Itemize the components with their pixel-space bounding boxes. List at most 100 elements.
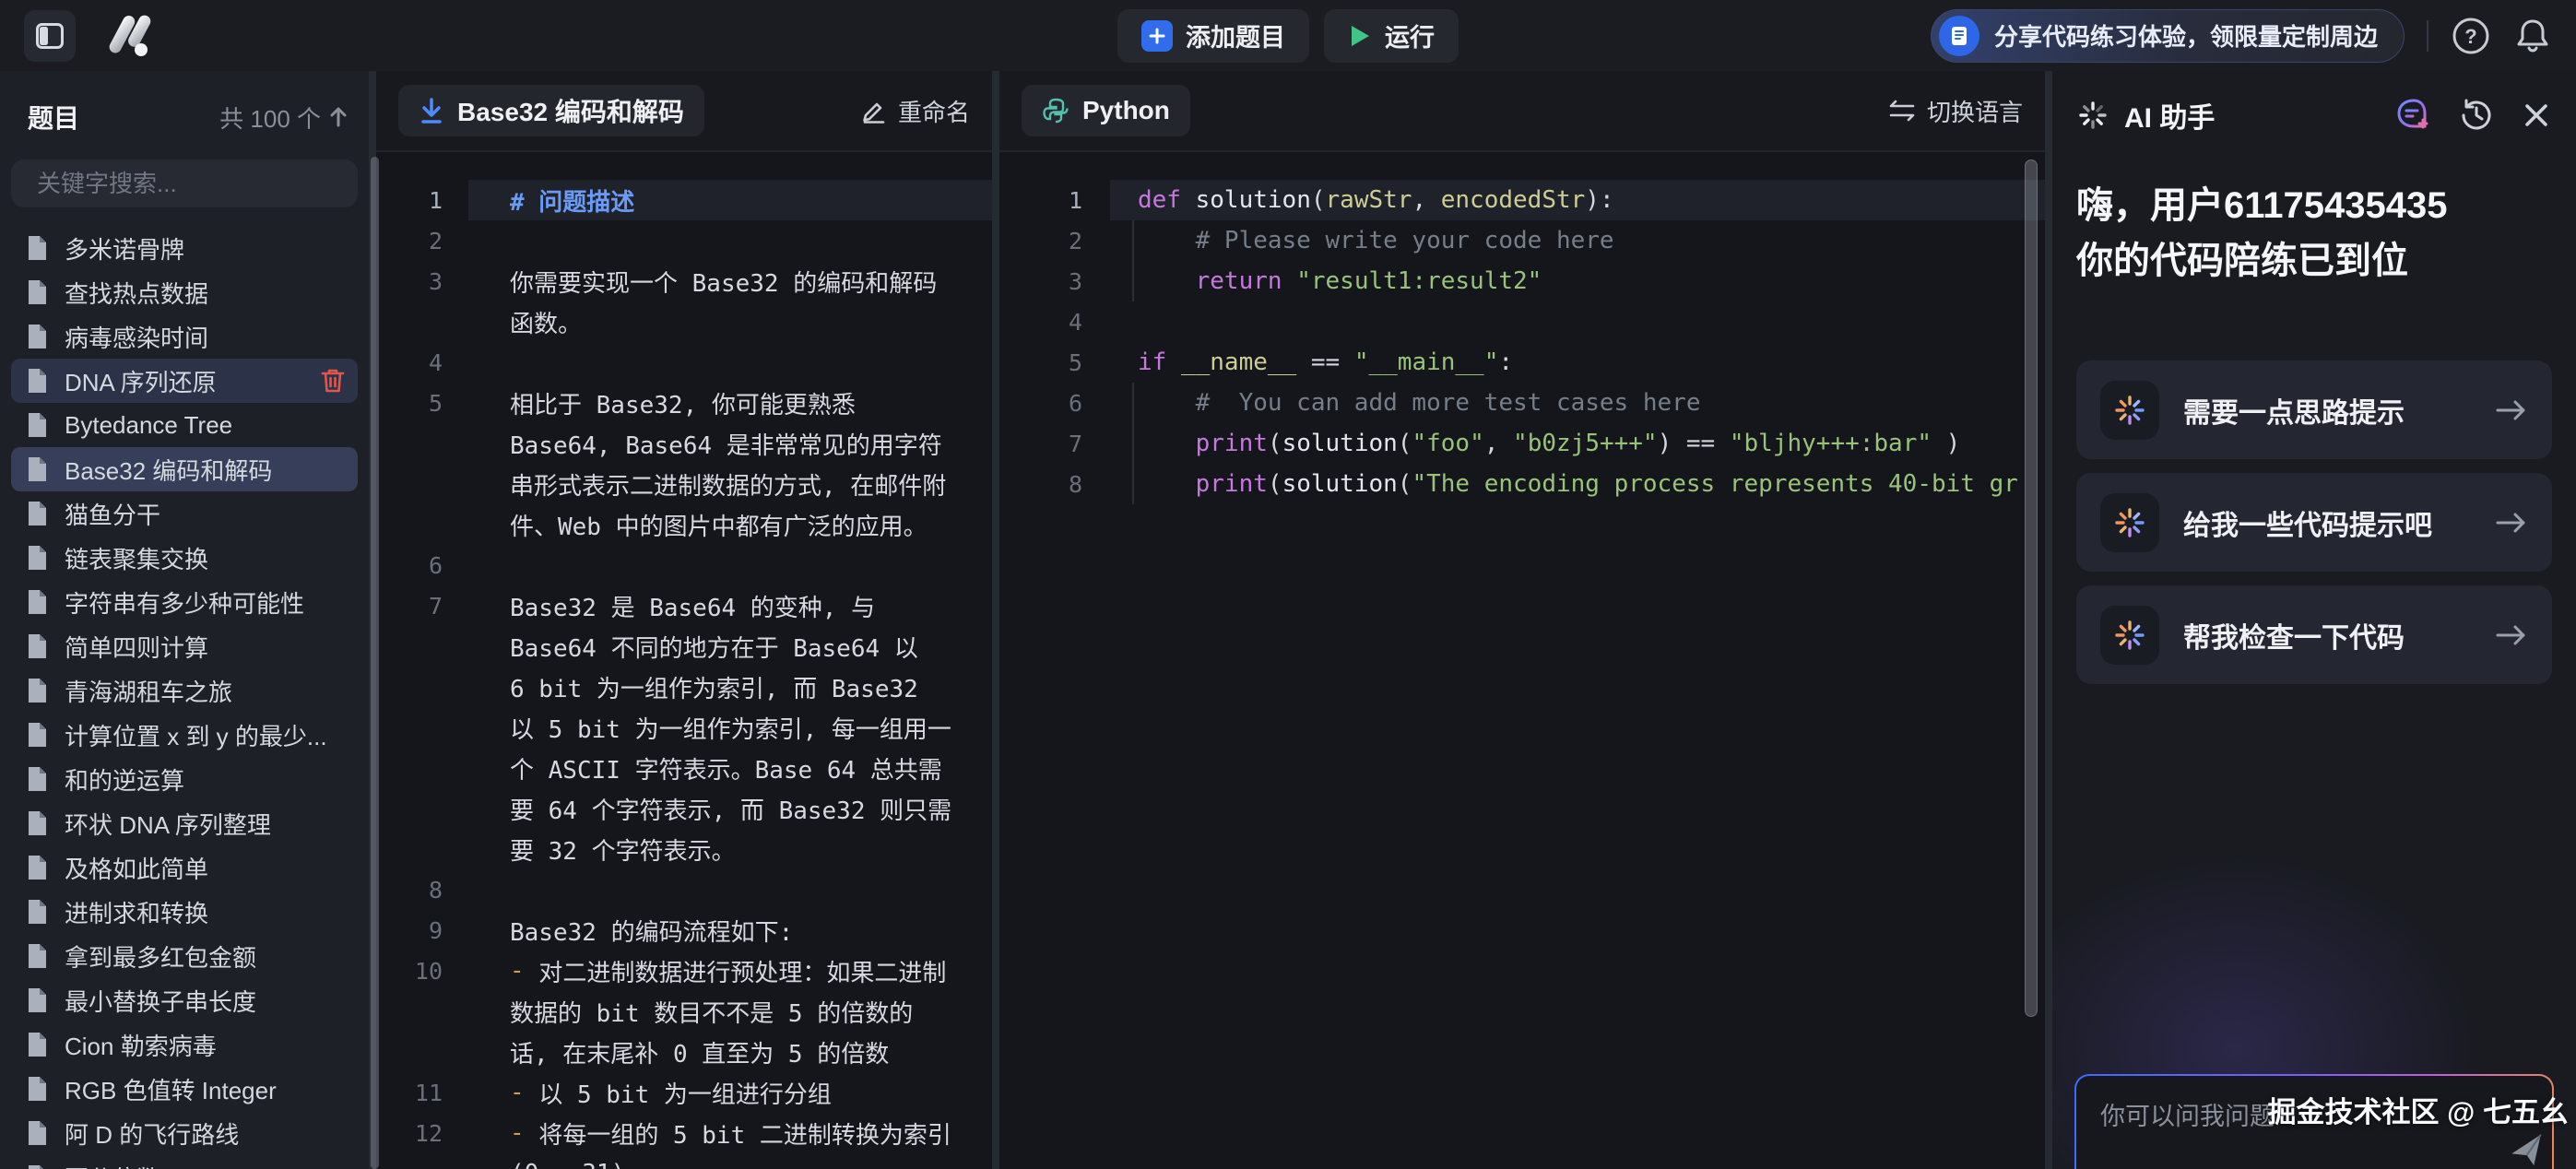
sidebar-item[interactable]: 简单四则计算 <box>11 624 358 668</box>
sidebar-item[interactable]: 查找热点数据 <box>11 270 358 314</box>
arrow-up-icon[interactable] <box>328 106 349 128</box>
topbar-divider <box>2427 20 2428 52</box>
sidebar-item-label: Cion 勒索病毒 <box>65 1028 345 1062</box>
rename-button[interactable]: 重命名 <box>861 94 970 128</box>
document-icon <box>24 1163 50 1169</box>
sidebar-item-label: 最小替换子串长度 <box>65 984 345 1018</box>
document-icon <box>24 854 50 881</box>
add-problem-button[interactable]: 添加题目 <box>1117 9 1309 63</box>
problem-line: 函数。 <box>376 301 992 342</box>
switch-language-button[interactable]: 切换语言 <box>1888 94 2023 128</box>
sidebar-item[interactable]: 青海湖租车之旅 <box>11 668 358 713</box>
sidebar-header: 题目 共 100 个 <box>28 99 349 136</box>
code-panel: Python 切换语言 1def solution(rawStr, encode… <box>999 71 2045 1169</box>
app-body: 题目 共 100 个 多米诺骨牌查找热点数据病毒感染时间 DNA 序列还原Byte… <box>0 71 2576 1169</box>
sidebar-item[interactable]: Base32 编码和解码 <box>11 447 358 491</box>
language-pill[interactable]: Python <box>1022 85 1190 136</box>
send-plane-icon[interactable] <box>2506 1129 2548 1169</box>
sidebar-item[interactable]: 计算位置 x 到 y 的最少... <box>11 713 358 757</box>
sidebar-item[interactable]: 多米诺骨牌 <box>11 226 358 270</box>
line-text <box>1110 301 2045 342</box>
sidebar-item[interactable]: 百分位数 <box>11 1155 358 1169</box>
sidebar-title: 题目 <box>28 99 79 136</box>
sidebar-toggle-icon <box>36 23 64 49</box>
search-input[interactable] <box>37 170 346 198</box>
close-icon[interactable] <box>2521 100 2552 131</box>
problem-line: 个 ASCII 字符表示。Base 64 总共需 <box>376 748 992 788</box>
sidebar-item-label: 病毒感染时间 <box>65 320 345 354</box>
promo-banner-text: 分享代码练习体验，领限量定制周边 <box>1994 18 2378 53</box>
line-text: return "result1:result2" <box>1110 261 2045 301</box>
code-line: 2 # Please write your code here <box>999 220 2045 261</box>
document-icon <box>24 544 50 572</box>
language-label: Python <box>1082 96 1170 125</box>
ai-greeting-line2: 你的代码陪练已到位 <box>2076 233 2552 289</box>
line-text: print(solution("The encoding process rep… <box>1110 464 2045 504</box>
line-text: Base64 不同的地方在于 Base64 以 <box>468 626 992 667</box>
ai-sparkle-icon <box>2076 99 2109 132</box>
ai-suggestion-card[interactable]: 帮我检查一下代码 <box>2076 585 2552 684</box>
sidebar-item[interactable]: DNA 序列还原 <box>11 359 358 403</box>
sidebar-item[interactable]: 及格如此简单 <box>11 845 358 890</box>
pencil-icon <box>861 98 887 124</box>
sidebar-item[interactable]: RGB 色值转 Integer <box>11 1067 358 1111</box>
line-number: 12 <box>376 1120 468 1147</box>
problem-line: Base64 不同的地方在于 Base64 以 <box>376 626 992 667</box>
ai-suggestion-card[interactable]: 给我一些代码提示吧 <box>2076 473 2552 572</box>
sidebar-item[interactable]: 和的逆运算 <box>11 757 358 801</box>
sidebar-item-label: 青海湖租车之旅 <box>65 674 345 708</box>
download-arrow-icon <box>419 97 444 124</box>
sidebar-toggle-button[interactable] <box>24 10 76 62</box>
delete-icon[interactable] <box>321 368 345 394</box>
ai-greeting: 嗨，用户61175435435 你的代码陪练已到位 <box>2076 178 2552 289</box>
line-number: 1 <box>376 187 468 214</box>
ai-suggestion-card[interactable]: 需要一点思路提示 <box>2076 360 2552 459</box>
new-chat-icon[interactable] <box>2395 98 2432 133</box>
document-icon <box>24 1075 50 1103</box>
sidebar-item-label: 及格如此简单 <box>65 851 345 885</box>
problem-title-pill[interactable]: Base32 编码和解码 <box>398 85 704 136</box>
code-line: 1def solution(rawStr, encodedStr): <box>999 180 2045 220</box>
rename-label: 重命名 <box>898 94 970 128</box>
help-icon[interactable]: ? <box>2451 16 2491 56</box>
line-text: 6 bit 为一组作为索引, 而 Base32 <box>468 667 992 707</box>
promo-banner[interactable]: 分享代码练习体验，领限量定制周边 <box>1931 9 2405 63</box>
sidebar-scrollbar[interactable] <box>371 157 379 1169</box>
sidebar-item[interactable]: 字符串有多少种可能性 <box>11 580 358 624</box>
switch-language-label: 切换语言 <box>1927 94 2023 128</box>
topbar-right: 分享代码练习体验，领限量定制周边 ? <box>1931 9 2552 63</box>
problem-line: 1# 问题描述 <box>376 180 992 220</box>
line-text: Base32 是 Base64 的变种, 与 <box>468 585 992 626</box>
sparkle-icon <box>2112 618 2147 653</box>
code-editor[interactable]: 1def solution(rawStr, encodedStr):2 # Pl… <box>999 152 2045 1169</box>
svg-text:?: ? <box>2464 25 2476 48</box>
line-number: 6 <box>999 390 1110 417</box>
line-number: 2 <box>999 228 1110 254</box>
problem-editor[interactable]: 1# 问题描述23你需要实现一个 Base32 的编码和解码函数。45相比于 B… <box>376 152 992 1169</box>
problem-line: 数据的 bit 数目不不是 5 的倍数的 <box>376 991 992 1032</box>
sidebar-item[interactable]: Bytedance Tree <box>11 403 358 447</box>
app-logo[interactable] <box>103 12 159 60</box>
run-button[interactable]: 运行 <box>1324 9 1459 63</box>
history-icon[interactable] <box>2458 97 2495 134</box>
search-box[interactable] <box>11 159 358 207</box>
sidebar-item[interactable]: 最小替换子串长度 <box>11 978 358 1022</box>
line-text: 串形式表示二进制数据的方式, 在邮件附 <box>468 464 992 504</box>
problem-line: 10- 对二进制数据进行预处理：如果二进制 <box>376 951 992 991</box>
ai-assistant-panel: AI 助手 <box>2052 71 2576 1169</box>
sidebar-item[interactable]: 环状 DNA 序列整理 <box>11 801 358 845</box>
sidebar-item[interactable]: 猫鱼分干 <box>11 491 358 536</box>
document-icon <box>24 455 50 483</box>
sidebar-item[interactable]: Cion 勒索病毒 <box>11 1022 358 1067</box>
sidebar-item[interactable]: 进制求和转换 <box>11 890 358 934</box>
sidebar-item-label: 猫鱼分干 <box>65 497 345 531</box>
sidebar-item-label: 多米诺骨牌 <box>65 231 345 266</box>
sidebar-item[interactable]: 链表聚集交换 <box>11 536 358 580</box>
sidebar-item[interactable]: 拿到最多红包金额 <box>11 934 358 978</box>
sidebar-item[interactable]: 阿 D 的飞行路线 <box>11 1111 358 1155</box>
add-problem-label: 添加题目 <box>1186 18 1285 53</box>
sidebar-item[interactable]: 病毒感染时间 <box>11 314 358 359</box>
code-scrollbar[interactable] <box>2025 159 2038 1017</box>
ai-title: AI 助手 <box>2124 95 2215 136</box>
notifications-bell-icon[interactable] <box>2513 16 2552 56</box>
